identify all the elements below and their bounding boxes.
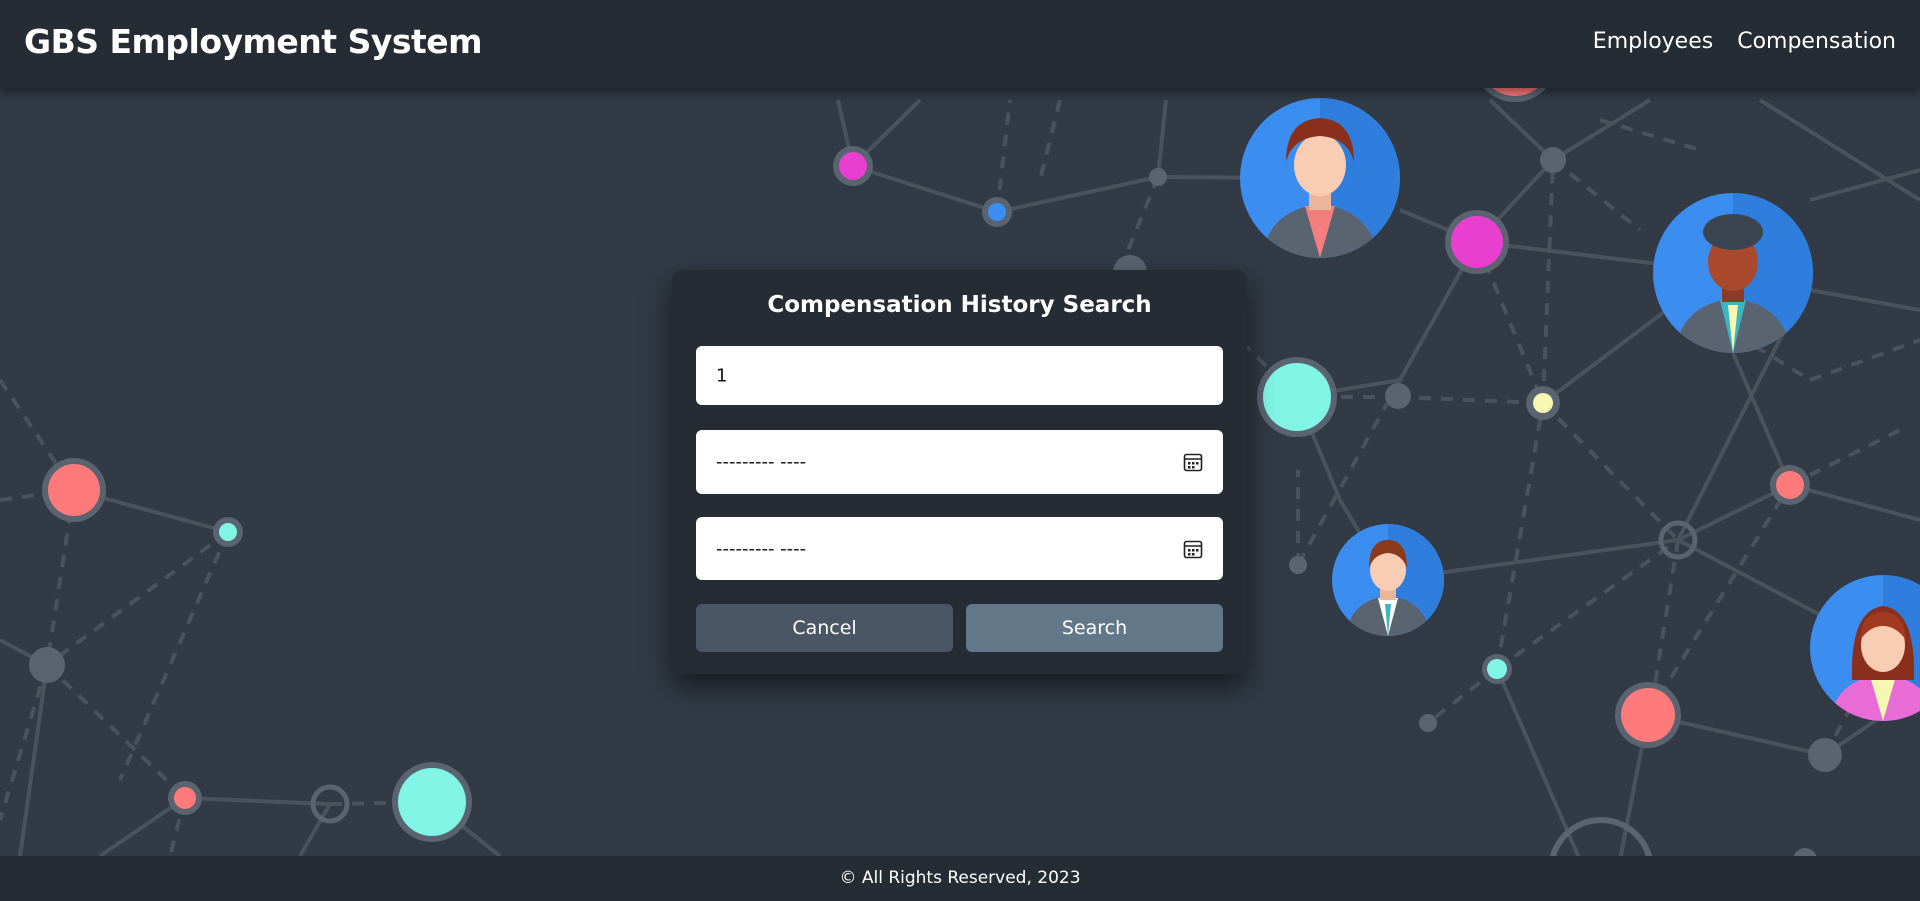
search-button[interactable]: Search	[966, 604, 1223, 652]
nav-links: Employees Compensation	[1593, 29, 1896, 54]
start-date-input[interactable]: --------- ----	[696, 430, 1223, 494]
calendar-icon[interactable]	[1183, 452, 1203, 472]
end-date-value: --------- ----	[716, 538, 807, 559]
end-date-input[interactable]: --------- ----	[696, 517, 1223, 580]
person-avatar-icon	[1653, 193, 1813, 353]
cancel-button[interactable]: Cancel	[696, 604, 953, 652]
copyright-text: © All Rights Reserved, 2023	[839, 868, 1081, 888]
nav-link-employees[interactable]: Employees	[1593, 29, 1713, 54]
top-navbar: GBS Employment System Employees Compensa…	[0, 0, 1920, 88]
employee-id-input[interactable]: 1	[696, 346, 1223, 405]
employee-id-value: 1	[716, 365, 728, 386]
calendar-icon[interactable]	[1183, 539, 1203, 559]
page-footer: © All Rights Reserved, 2023	[0, 856, 1920, 901]
person-avatar-icon	[1240, 98, 1400, 258]
card-title: Compensation History Search	[767, 292, 1152, 318]
nav-link-compensation[interactable]: Compensation	[1737, 29, 1896, 54]
person-avatar-icon	[1332, 524, 1444, 636]
brand-title[interactable]: GBS Employment System	[24, 22, 483, 61]
start-date-value: --------- ----	[716, 451, 807, 473]
compensation-search-card: Compensation History Search 1 --------- …	[672, 270, 1247, 674]
person-avatar-icon	[1810, 575, 1920, 721]
